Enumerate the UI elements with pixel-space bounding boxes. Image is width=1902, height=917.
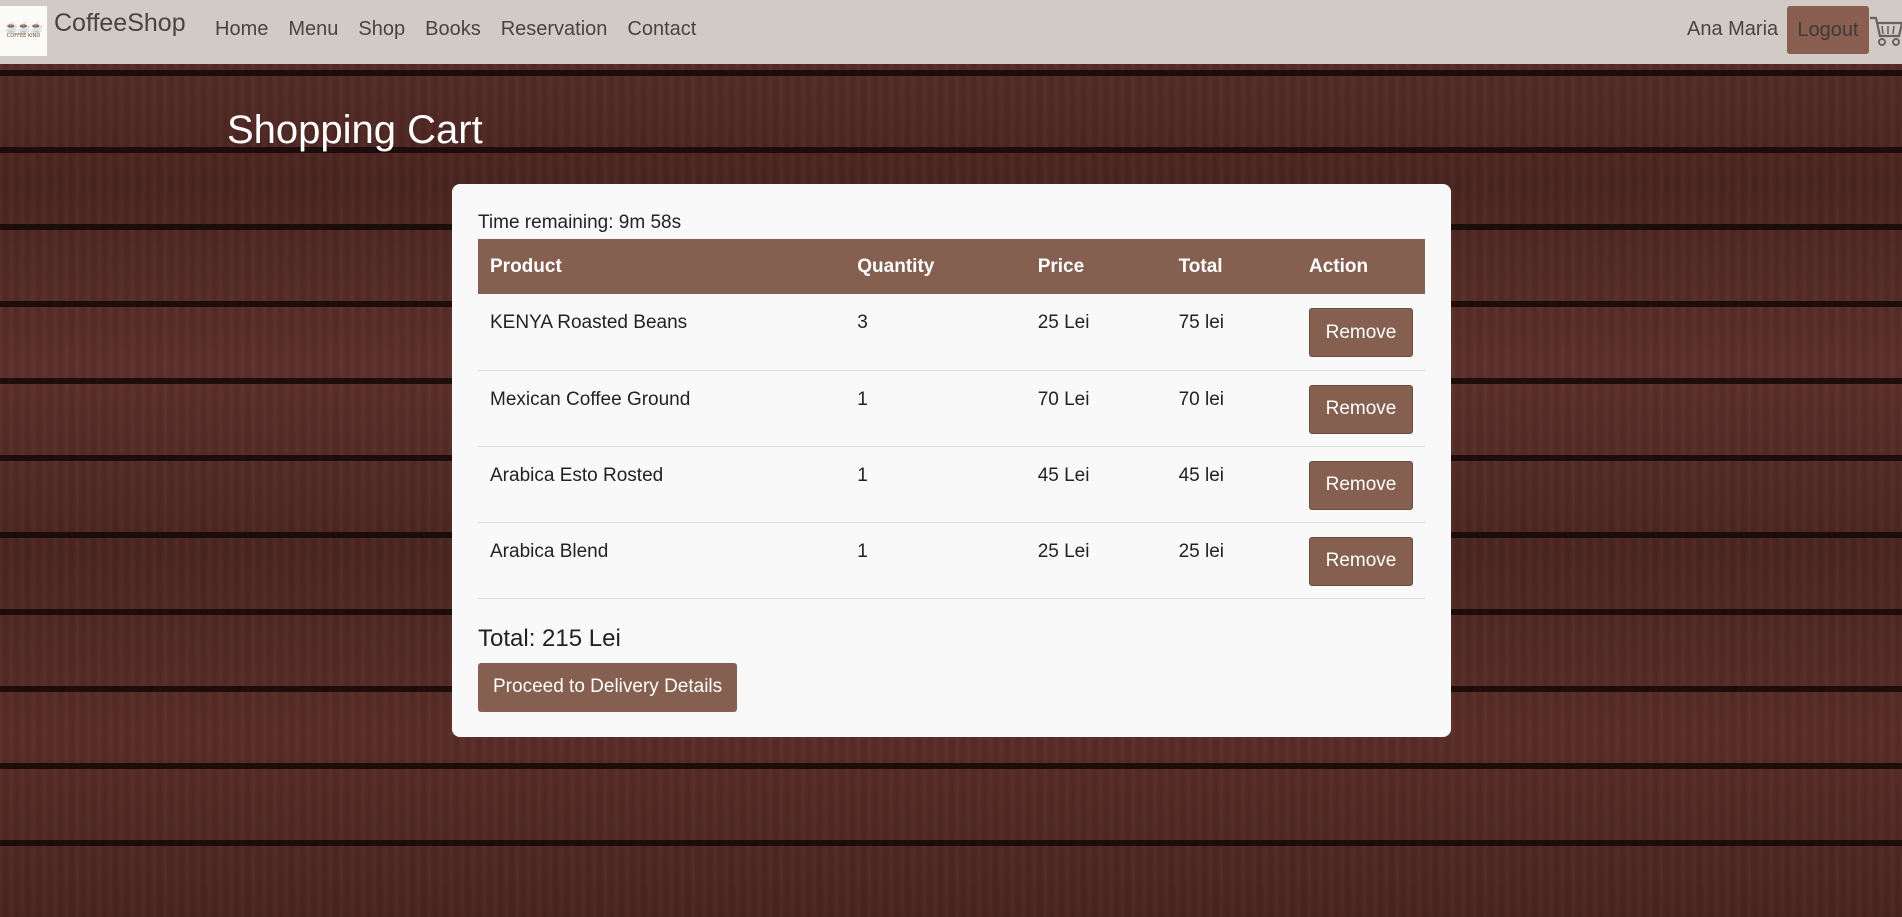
remove-button[interactable]: Remove <box>1309 384 1413 434</box>
product-price: 70 Lei <box>1025 370 1167 447</box>
table-row: Mexican Coffee Ground 1 70 Lei 70 lei Re… <box>478 370 1425 447</box>
cart-card: Time remaining: 9m 58s Product Quantity … <box>452 184 1451 737</box>
remove-button[interactable]: Remove <box>1309 308 1413 357</box>
navbar: ☕☕☕ COFFEE KIND CoffeeShop Home Menu Sho… <box>0 0 1902 64</box>
product-total: 70 lei <box>1166 370 1297 447</box>
header-price: Price <box>1025 239 1167 294</box>
product-price: 45 Lei <box>1025 446 1167 523</box>
product-price: 25 Lei <box>1025 294 1167 371</box>
cart-table: Product Quantity Price Total Action KENY… <box>478 239 1425 599</box>
main-nav: Home Menu Shop Books Reservation Contact <box>215 18 716 41</box>
logout-button[interactable]: Logout <box>1787 6 1869 54</box>
remove-button[interactable]: Remove <box>1309 460 1413 510</box>
product-total: 25 lei <box>1166 522 1297 599</box>
product-price: 25 Lei <box>1025 522 1167 599</box>
header-total: Total <box>1166 239 1297 294</box>
remove-button[interactable]: Remove <box>1309 536 1413 586</box>
table-header-row: Product Quantity Price Total Action <box>478 239 1425 294</box>
header-quantity: Quantity <box>845 239 1026 294</box>
table-row: KENYA Roasted Beans 3 25 Lei 75 lei Remo… <box>478 294 1425 371</box>
user-name: Ana Maria <box>1687 18 1779 40</box>
nav-link-reservation[interactable]: Reservation <box>501 18 608 41</box>
product-quantity: 1 <box>845 446 1026 523</box>
action-cell: Remove <box>1297 294 1425 371</box>
table-row: Arabica Blend 1 25 Lei 25 lei Remove <box>478 522 1425 599</box>
nav-link-contact[interactable]: Contact <box>627 18 696 41</box>
product-quantity: 1 <box>845 522 1026 599</box>
shopping-cart-icon[interactable] <box>1869 14 1902 48</box>
proceed-to-delivery-button[interactable]: Proceed to Delivery Details <box>478 662 738 712</box>
action-cell: Remove <box>1297 522 1425 599</box>
coffee-logo-icon[interactable]: ☕☕☕ COFFEE KIND <box>0 6 47 56</box>
cart-total: Total: 215 Lei <box>478 624 621 652</box>
table-row: Arabica Esto Rosted 1 45 Lei 45 lei Remo… <box>478 446 1425 523</box>
product-name: Arabica Esto Rosted <box>478 446 846 523</box>
product-name: KENYA Roasted Beans <box>478 294 846 371</box>
product-name: Mexican Coffee Ground <box>478 370 846 447</box>
product-quantity: 1 <box>845 370 1026 447</box>
nav-link-shop[interactable]: Shop <box>358 18 405 41</box>
product-total: 75 lei <box>1166 294 1297 371</box>
product-name: Arabica Blend <box>478 522 846 599</box>
brand-link[interactable]: CoffeeShop <box>54 9 186 38</box>
action-cell: Remove <box>1297 370 1425 447</box>
nav-link-menu[interactable]: Menu <box>288 18 338 41</box>
nav-link-books[interactable]: Books <box>425 18 481 41</box>
product-quantity: 3 <box>845 294 1026 371</box>
time-remaining: Time remaining: 9m 58s <box>478 212 682 233</box>
page-title: Shopping Cart <box>227 108 483 152</box>
header-product: Product <box>478 239 846 294</box>
logo-text: COFFEE KIND <box>6 33 41 39</box>
nav-link-home[interactable]: Home <box>215 18 268 41</box>
header-action: Action <box>1297 239 1425 294</box>
action-cell: Remove <box>1297 446 1425 523</box>
product-total: 45 lei <box>1166 446 1297 523</box>
coffee-cups-icon: ☕☕☕ <box>4 22 43 34</box>
